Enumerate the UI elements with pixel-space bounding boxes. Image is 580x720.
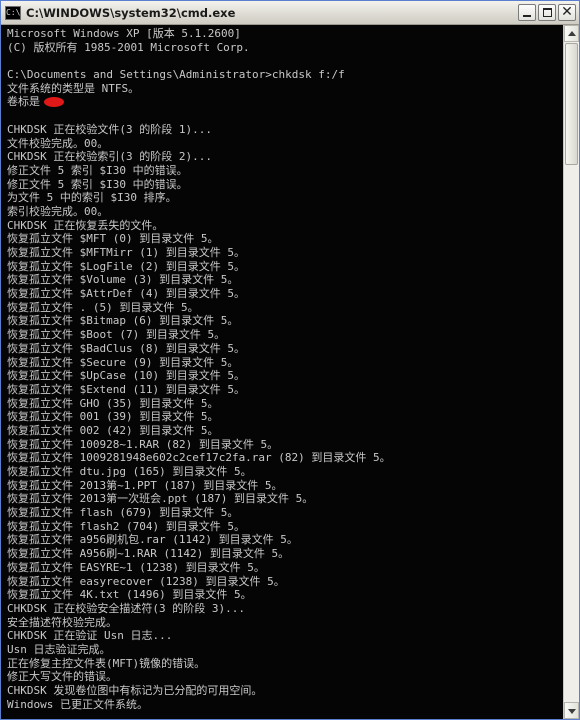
vertical-scrollbar[interactable] bbox=[563, 25, 579, 719]
console-line: 恢复孤立文件 $Bitmap (6) 到目录文件 5。 bbox=[7, 314, 239, 328]
console-line: 恢复孤立文件 001 (39) 到目录文件 5。 bbox=[7, 410, 219, 424]
console-line: 恢复孤立文件 $MFTMirr (1) 到目录文件 5。 bbox=[7, 246, 245, 259]
console-line: CHKDSK 发现卷位图中有标记为已分配的可用空间。 bbox=[7, 684, 263, 697]
console-line: 修正大写文件的错误。 bbox=[7, 670, 117, 684]
console-line: 正在修复主控文件表(MFT)镜像的错误。 bbox=[7, 656, 206, 670]
console-line: 恢复孤立文件 . (5) 到目录文件 5。 bbox=[7, 300, 199, 314]
close-icon: ✕ bbox=[561, 4, 573, 20]
console-line: 修正文件 5 索引 $I30 中的错误。 bbox=[7, 177, 188, 191]
console-line: Microsoft Windows XP [版本 5.1.2600] bbox=[7, 27, 241, 40]
console-line: 恢复孤立文件 $UpCase (10) 到目录文件 5。 bbox=[7, 369, 245, 383]
console-line: 恢复孤立文件 $Secure (9) 到目录文件 5。 bbox=[7, 355, 239, 369]
console-line: 恢复孤立文件 2013第~1.PPT (187) 到目录文件 5。 bbox=[7, 478, 283, 492]
title-bar[interactable]: C:\ C:\WINDOWS\system32\cmd.exe ✕ bbox=[1, 1, 579, 25]
console-line: 恢复孤立文件 002 (42) 到目录文件 5。 bbox=[7, 423, 219, 437]
console-output[interactable]: Microsoft Windows XP [版本 5.1.2600] (C) 版… bbox=[1, 25, 563, 719]
console-line: 恢复孤立文件 2013第一次班会.ppt (187) 到目录文件 5。 bbox=[7, 492, 314, 506]
console-line: 恢复孤立文件 $Extend (11) 到目录文件 5。 bbox=[7, 382, 245, 396]
close-button[interactable]: ✕ bbox=[558, 4, 576, 21]
console-line: CHKDSK 正在校验索引(3 的阶段 2)... bbox=[7, 150, 212, 164]
minimize-button[interactable] bbox=[518, 4, 536, 21]
console-line: 恢复孤立文件 a956刷机包.rar (1142) 到目录文件 5。 bbox=[7, 533, 298, 547]
scroll-up-button[interactable] bbox=[564, 25, 579, 42]
console-app-icon[interactable]: C:\ bbox=[5, 5, 21, 20]
console-line: 恢复孤立文件 1009281948e602c2cef17c2fa.rar (82… bbox=[7, 451, 391, 465]
scroll-down-button[interactable] bbox=[564, 702, 579, 719]
console-line: 恢复孤立文件 flash (679) 到目录文件 5。 bbox=[7, 506, 239, 520]
console-line: 恢复孤立文件 $Boot (7) 到目录文件 5。 bbox=[7, 328, 226, 342]
console-line: 恢复孤立文件 A956刷~1.RAR (1142) 到目录文件 5。 bbox=[7, 547, 290, 561]
minimize-icon bbox=[523, 15, 531, 17]
console-line: 恢复孤立文件 dtu.jpg (165) 到目录文件 5。 bbox=[7, 465, 252, 478]
console-line-volume-label: 卷标是 bbox=[7, 95, 563, 109]
console-line: CHKDSK 正在验证 Usn 日志... bbox=[7, 629, 173, 643]
console-line: 文件系统的类型是 NTFS。 bbox=[7, 81, 140, 95]
console-line: 恢复孤立文件 $AttrDef (4) 到目录文件 5。 bbox=[7, 287, 245, 301]
console-line: CHKDSK 正在校验安全描述符(3 的阶段 3)... bbox=[7, 601, 245, 615]
window-title: C:\WINDOWS\system32\cmd.exe bbox=[26, 5, 236, 20]
console-line: Usn 日志验证完成。 bbox=[7, 642, 111, 656]
console-line: 恢复孤立文件 $BadClus (8) 到目录文件 5。 bbox=[7, 341, 245, 355]
console-line: CHKDSK 正在恢复丢失的文件。 bbox=[7, 218, 164, 232]
console-line: 恢复孤立文件 4K.txt (1496) 到目录文件 5。 bbox=[7, 588, 252, 602]
console-line: 恢复孤立文件 $Volume (3) 到目录文件 5。 bbox=[7, 273, 239, 287]
arrow-up-icon bbox=[568, 31, 576, 36]
console-line: C:\Documents and Settings\Administrator>… bbox=[7, 68, 345, 82]
redaction-mark bbox=[44, 97, 64, 108]
console-line: 索引校验完成。00。 bbox=[7, 204, 109, 218]
arrow-down-icon bbox=[568, 709, 576, 714]
console-line: 恢复孤立文件 $MFT (0) 到目录文件 5。 bbox=[7, 232, 219, 246]
console-line: 恢复孤立文件 $LogFile (2) 到目录文件 5。 bbox=[7, 259, 245, 273]
maximize-button[interactable] bbox=[538, 4, 556, 21]
console-line: 恢复孤立文件 100928~1.RAR (82) 到目录文件 5。 bbox=[7, 437, 279, 451]
cmd-window: C:\ C:\WINDOWS\system32\cmd.exe ✕ Micros… bbox=[0, 0, 580, 720]
volume-label-text: 卷标是 bbox=[7, 95, 40, 109]
console-line: 恢复孤立文件 EASYRE~1 (1238) 到目录文件 5。 bbox=[7, 560, 265, 574]
console-line: 修正文件 5 索引 $I30 中的错误。 bbox=[7, 163, 188, 177]
console-line: 恢复孤立文件 flash2 (704) 到目录文件 5。 bbox=[7, 519, 245, 533]
console-line: 文件校验完成。00。 bbox=[7, 136, 109, 150]
console-line: Windows 已更正文件系统。 bbox=[7, 697, 148, 711]
maximize-icon bbox=[543, 8, 552, 17]
window-controls: ✕ bbox=[518, 4, 576, 21]
console-line: 为文件 5 中的索引 $I30 排序。 bbox=[7, 191, 177, 205]
console-line: (C) 版权所有 1985-2001 Microsoft Corp. bbox=[7, 40, 250, 54]
console-line: CHKDSK 正在校验文件(3 的阶段 1)... bbox=[7, 122, 212, 136]
console-line: 安全描述符校验完成。 bbox=[7, 615, 117, 629]
console-line: 恢复孤立文件 GHO (35) 到目录文件 5。 bbox=[7, 396, 219, 410]
console-line: 恢复孤立文件 easyrecover (1238) 到目录文件 5。 bbox=[7, 574, 285, 588]
scrollbar-thumb[interactable] bbox=[565, 43, 578, 165]
